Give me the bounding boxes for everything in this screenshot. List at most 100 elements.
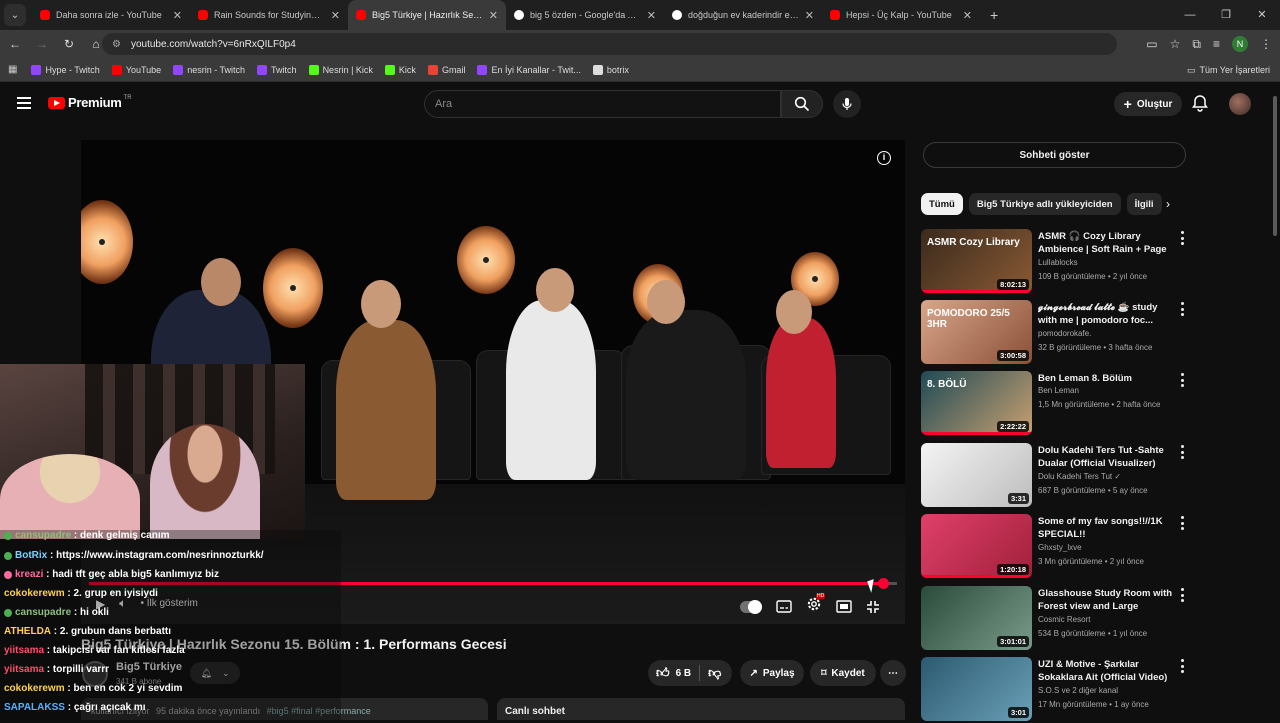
recommended-channel[interactable]: Ben Leman <box>1038 386 1079 395</box>
chat-username[interactable]: cansupadre <box>15 607 71 618</box>
page-scrollbar[interactable] <box>1272 86 1278 720</box>
more-vertical-icon[interactable] <box>1180 588 1184 602</box>
close-tab-icon[interactable]: ✕ <box>173 9 182 22</box>
show-chat-button[interactable]: Sohbeti göster <box>923 142 1186 168</box>
chat-username[interactable]: ATHELDA <box>4 626 51 637</box>
more-vertical-icon[interactable] <box>1180 373 1184 387</box>
browser-tab[interactable]: Daha sonra izle - YouTube ✕ <box>32 0 190 30</box>
more-vertical-icon[interactable] <box>1180 516 1184 530</box>
profile-avatar[interactable]: N <box>1232 36 1248 52</box>
chat-username[interactable]: BotRix <box>15 550 47 561</box>
more-actions-button[interactable]: ⋯ <box>880 660 906 686</box>
recommended-video[interactable]: POMODORO 25/5 3HR 3:00:58 𝓰𝓲𝓷𝓰𝓮𝓻𝓫𝓻𝓮𝓪𝓭 𝓵𝓪𝓽𝓽… <box>921 300 1191 366</box>
recommended-title[interactable]: ASMR 🎧 Cozy Library Ambience | Soft Rain… <box>1038 230 1176 257</box>
chat-username[interactable]: yiitsama <box>4 645 44 656</box>
share-button[interactable]: ↗ Paylaş <box>740 660 804 686</box>
recommended-video[interactable]: 8. BÖLÜ 2:22:22 Ben Leman 8. Bölüm Ben Lema… <box>921 371 1191 437</box>
close-tab-icon[interactable]: ✕ <box>805 9 814 22</box>
media-control-icon[interactable]: ≡ <box>1213 37 1220 51</box>
recommended-channel[interactable]: S.O.S ve 2 diğer kanal <box>1038 686 1118 695</box>
close-window-icon[interactable]: ✕ <box>1244 0 1280 30</box>
extensions-icon[interactable]: ⧉ <box>1192 37 1201 52</box>
chat-username[interactable]: cokokerewm <box>4 683 65 694</box>
browser-tab[interactable]: Big5 Türkiye | Hazırlık Sezonu 1 ✕ <box>348 0 506 30</box>
close-tab-icon[interactable]: ✕ <box>647 9 656 22</box>
video-thumbnail[interactable]: 8. BÖLÜ 2:22:22 <box>921 371 1032 435</box>
bookmark-item[interactable]: En İyi Kanallar - Twit... <box>477 64 581 75</box>
all-bookmarks-button[interactable]: ▭ Tüm Yer İşaretleri <box>1187 58 1270 82</box>
bookmark-item[interactable]: Nesrin | Kick <box>308 64 373 75</box>
save-button[interactable]: ⌑ Kaydet <box>810 660 876 686</box>
reload-icon[interactable]: ↻ <box>57 37 81 51</box>
recommended-channel[interactable]: Cosmic Resort <box>1038 615 1090 624</box>
address-bar[interactable]: ⚙ youtube.com/watch?v=6nRxQILF0p4 <box>102 33 1117 55</box>
more-vertical-icon[interactable] <box>1180 302 1184 316</box>
bookmark-item[interactable]: Kick <box>384 64 416 75</box>
recommended-title[interactable]: Ben Leman 8. Bölüm <box>1038 372 1176 385</box>
back-icon[interactable]: ← <box>3 37 27 51</box>
account-avatar[interactable] <box>1229 93 1251 115</box>
browser-menu-icon[interactable]: ⋮ <box>1260 37 1272 51</box>
bookmark-item[interactable]: YouTube <box>111 64 161 75</box>
create-button[interactable]: + Oluştur <box>1114 92 1182 116</box>
apps-grid-icon[interactable]: ▦ <box>8 64 17 75</box>
cast-icon[interactable]: ▭ <box>1146 37 1157 51</box>
video-thumbnail[interactable]: 3:01 <box>921 657 1032 721</box>
miniplayer-icon[interactable] <box>836 600 852 613</box>
recommended-title[interactable]: 𝓰𝓲𝓷𝓰𝓮𝓻𝓫𝓻𝓮𝓪𝓭 𝓵𝓪𝓽𝓽𝓮 ☕ study with me | pomo… <box>1038 301 1176 327</box>
subtitles-icon[interactable] <box>776 600 792 613</box>
recommended-channel[interactable]: Ghxsty_lxve <box>1038 543 1082 552</box>
video-thumbnail[interactable]: 3:31 <box>921 443 1032 507</box>
recommended-video[interactable]: 3:01:01 Glasshouse Study Room with Forest… <box>921 586 1191 652</box>
browser-tab[interactable]: big 5 özden - Google'da Ara ✕ <box>506 0 664 30</box>
like-button[interactable]: 👍︎ 6 B <box>648 665 691 681</box>
bookmark-item[interactable]: Hype - Twitch <box>31 64 100 75</box>
settings-button[interactable]: HD <box>806 593 826 617</box>
new-tab-icon[interactable]: + <box>990 7 998 23</box>
filter-chip[interactable]: Big5 Türkiye adlı yükleyiciden <box>968 193 1121 215</box>
notifications-button[interactable] <box>1192 94 1208 117</box>
minimize-icon[interactable]: — <box>1172 0 1208 30</box>
close-tab-icon[interactable]: ✕ <box>963 9 972 22</box>
recommended-channel[interactable]: Dolu Kadehi Ters Tut ✓ <box>1038 472 1121 481</box>
search-button[interactable] <box>781 90 823 118</box>
recommended-video[interactable]: 3:31 Dolu Kadehi Ters Tut -Sahte Dualar (… <box>921 443 1191 509</box>
more-vertical-icon[interactable] <box>1180 659 1184 673</box>
recommended-title[interactable]: Glasshouse Study Room with Forest view a… <box>1038 587 1176 614</box>
more-vertical-icon[interactable] <box>1180 445 1184 459</box>
bookmark-item[interactable]: Gmail <box>427 64 465 75</box>
search-input[interactable]: Ara <box>424 90 781 118</box>
recommended-title[interactable]: Some of my fav songs!!//1K SPECIAL!! <box>1038 515 1176 541</box>
autoplay-toggle[interactable] <box>740 599 762 614</box>
filter-chip[interactable]: Tümü <box>921 193 963 215</box>
recommended-channel[interactable]: Lullablocks <box>1038 258 1078 267</box>
recommended-video[interactable]: ASMR Cozy Library 8:02:13 ASMR 🎧 Cozy Libr… <box>921 229 1191 295</box>
chat-username[interactable]: cansupadre <box>15 530 71 541</box>
bookmark-item[interactable]: Twitch <box>257 64 297 75</box>
video-thumbnail[interactable]: 1:20:18 <box>921 514 1032 578</box>
chat-username[interactable]: yiitsama <box>4 664 44 675</box>
recommended-title[interactable]: UZI & Motive - Şarkılar Sokaklara Ait (O… <box>1038 658 1176 684</box>
recommended-video[interactable]: 1:20:18 Some of my fav songs!!//1K SPECIA… <box>921 514 1191 580</box>
menu-icon[interactable] <box>17 97 31 109</box>
filter-chip[interactable]: İlgili <box>1126 193 1162 215</box>
fullscreen-exit-icon[interactable] <box>866 600 880 614</box>
voice-search-button[interactable] <box>833 90 861 118</box>
close-tab-icon[interactable]: ✕ <box>331 9 340 22</box>
info-icon[interactable]: i <box>877 151 891 165</box>
browser-tab[interactable]: doğduğun ev kaderindir emine ✕ <box>664 0 822 30</box>
recommended-video[interactable]: 3:01 UZI & Motive - Şarkılar Sokaklara Ai… <box>921 657 1191 723</box>
maximize-icon[interactable]: ❐ <box>1208 0 1244 30</box>
bookmark-star-icon[interactable]: ☆ <box>1170 37 1181 51</box>
dislike-button[interactable]: 👎︎ <box>708 665 721 681</box>
browser-tab[interactable]: Rain Sounds for Studying - Coz ✕ <box>190 0 348 30</box>
browser-tab[interactable]: Hepsi - Üç Kalp - YouTube ✕ <box>822 0 980 30</box>
chat-username[interactable]: SAPALAKSS <box>4 702 65 713</box>
recommended-channel[interactable]: pomodorokafe. <box>1038 329 1091 338</box>
chevron-right-icon[interactable]: › <box>1166 197 1170 211</box>
close-tab-icon[interactable]: ✕ <box>489 9 498 22</box>
video-thumbnail[interactable]: POMODORO 25/5 3HR 3:00:58 <box>921 300 1032 364</box>
more-vertical-icon[interactable] <box>1180 231 1184 245</box>
video-thumbnail[interactable]: 3:01:01 <box>921 586 1032 650</box>
chat-username[interactable]: kreazi <box>15 569 43 580</box>
